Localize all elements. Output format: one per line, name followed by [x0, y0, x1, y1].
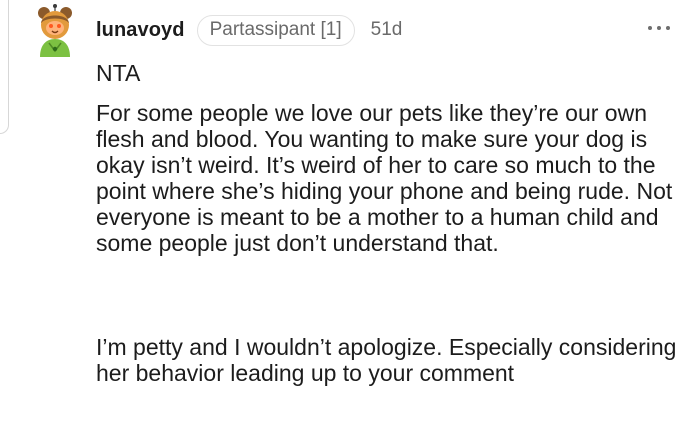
comment-paragraph: NTA: [96, 60, 141, 86]
user-flair-badge: Partassipant [1]: [196, 14, 355, 46]
more-options-button[interactable]: [648, 24, 670, 32]
avatar-icon: [38, 4, 72, 57]
username-link[interactable]: lunavoyd: [96, 19, 185, 42]
comment-age: 51d: [370, 19, 403, 40]
comment-paragraph: For some people we love our pets like th…: [96, 100, 673, 256]
comment-header: lunavoyd Partassipant [1] 51d: [96, 12, 402, 48]
avatar[interactable]: [32, 3, 78, 57]
thread-collapse-line[interactable]: [0, 0, 9, 134]
comment-paragraph: I’m petty and I wouldn’t apologize. Espe…: [96, 334, 677, 386]
more-options-icon: [648, 26, 670, 30]
